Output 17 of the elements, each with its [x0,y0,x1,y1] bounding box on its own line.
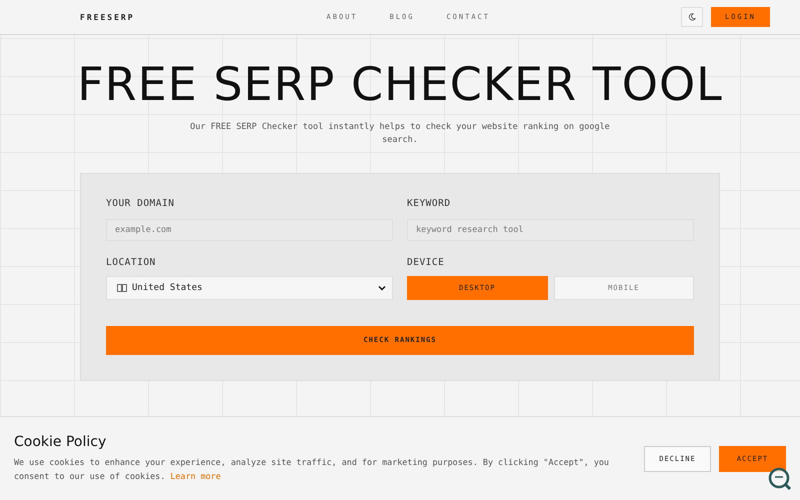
field-label: KEYWORD [407,198,451,208]
theme-toggle[interactable] [681,7,703,27]
field-label: YOUR DOMAIN [106,198,174,208]
learn-more-link[interactable]: Learn more [170,470,221,480]
flag-icon [117,284,127,292]
logo[interactable]: FREESERP [80,12,135,22]
field-label: LOCATION [106,256,156,268]
cookie-text: We use cookies to enhance your experience, analyze site traffic, and for marketing purposes. By clicking "Accept", you consent to our use of cookies. Learn more [14,456,610,482]
moon-icon [688,12,696,22]
cookie-title: Cookie Policy [14,434,106,450]
domain-field[interactable]: example.com [106,218,393,240]
keyword-field[interactable]: keyword research tool [407,218,694,240]
field-label: DEVICE [407,256,444,268]
subtitle: Our FREE SERP Checker tool instantly helps to check your website ranking on google search. [190,121,610,146]
page-title: FREE SERP CHECKER TOOL [77,57,723,111]
chevron-icon [378,284,386,290]
location-select[interactable]: United States [106,276,393,300]
